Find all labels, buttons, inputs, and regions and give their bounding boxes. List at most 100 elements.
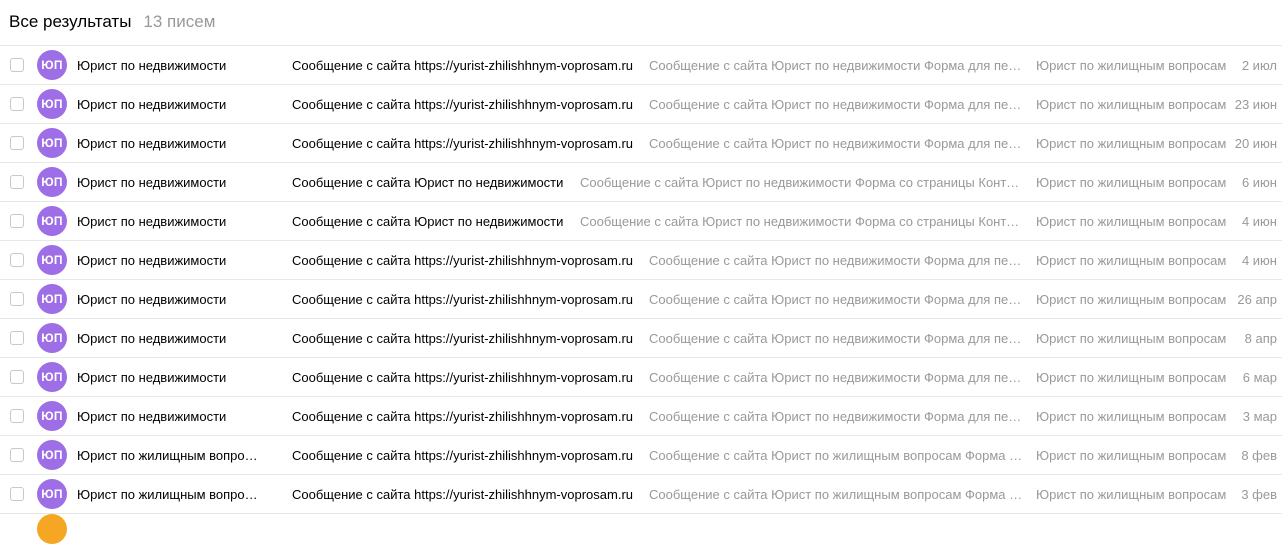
email-list: ЮП Юрист по недвижимости Сообщение с сайта… bbox=[0, 45, 1282, 514]
email-subject: Сообщение с сайта https://yurist-zhilish… bbox=[292, 448, 634, 463]
email-row[interactable]: ЮП Юрист по недвижимости Сообщение с сайта… bbox=[0, 46, 1282, 85]
avatar bbox=[37, 514, 67, 544]
sender-name: Юрист по недвижимости bbox=[77, 136, 227, 151]
select-checkbox[interactable] bbox=[10, 409, 24, 423]
email-date: 8 апр bbox=[1244, 331, 1277, 346]
email-row[interactable]: ЮП Юрист по недвижимости Сообщение с сайта… bbox=[0, 241, 1282, 280]
email-date: 3 фев bbox=[1241, 487, 1277, 502]
email-row[interactable]: ЮП Юрист по недвижимости Сообщение с сайта… bbox=[0, 358, 1282, 397]
folder-label[interactable]: Юрист по жилищным вопросам bbox=[1036, 370, 1226, 385]
folder-label[interactable]: Юрист по жилищным вопросам bbox=[1036, 175, 1226, 190]
select-checkbox[interactable] bbox=[10, 214, 24, 228]
sender-name: Юрист по недвижимости bbox=[77, 409, 227, 424]
avatar[interactable]: ЮП bbox=[37, 167, 67, 197]
sender-name: Юрист по жилищным вопросам bbox=[77, 448, 262, 463]
sender-name: Юрист по недвижимости bbox=[77, 214, 227, 229]
select-checkbox[interactable] bbox=[10, 487, 24, 501]
folder-label[interactable]: Юрист по жилищным вопросам bbox=[1036, 97, 1226, 112]
search-results-header: Все результаты 13 писем bbox=[0, 0, 1282, 45]
email-row[interactable]: ЮП Юрист по жилищным вопросам Сообщение с … bbox=[0, 436, 1282, 475]
avatar[interactable]: ЮП bbox=[37, 89, 67, 119]
avatar[interactable]: ЮП bbox=[37, 401, 67, 431]
email-subject: Сообщение с сайта https://yurist-zhilish… bbox=[292, 253, 634, 268]
email-date: 4 июн bbox=[1241, 253, 1277, 268]
email-subject: Сообщение с сайта https://yurist-zhilish… bbox=[292, 97, 634, 112]
folder-label[interactable]: Юрист по жилищным вопросам bbox=[1036, 58, 1226, 73]
email-row[interactable]: ЮП Юрист по недвижимости Сообщение с сайта… bbox=[0, 397, 1282, 436]
sender-name: Юрист по жилищным вопросам bbox=[77, 487, 262, 502]
results-count: 13 писем bbox=[143, 11, 216, 31]
sender-name: Юрист по недвижимости bbox=[77, 175, 227, 190]
email-subject: Сообщение с сайта https://yurist-zhilish… bbox=[292, 331, 634, 346]
avatar[interactable]: ЮП bbox=[37, 128, 67, 158]
email-subject: Сообщение с сайта https://yurist-zhilish… bbox=[292, 136, 634, 151]
select-checkbox[interactable] bbox=[10, 448, 24, 462]
email-subject: Сообщение с сайта https://yurist-zhilish… bbox=[292, 292, 634, 307]
sender-name: Юрист по недвижимости bbox=[77, 292, 227, 307]
folder-label[interactable]: Юрист по жилищным вопросам bbox=[1036, 331, 1226, 346]
email-snippet: Сообщение с сайта Юрист по недвижимости … bbox=[649, 292, 1022, 307]
avatar[interactable]: ЮП bbox=[37, 50, 67, 80]
email-row[interactable]: ЮП Юрист по недвижимости Сообщение с сайта… bbox=[0, 124, 1282, 163]
email-subject: Сообщение с сайта Юрист по недвижимости bbox=[292, 214, 564, 229]
avatar[interactable]: ЮП bbox=[37, 323, 67, 353]
select-checkbox[interactable] bbox=[10, 331, 24, 345]
avatar[interactable]: ЮП bbox=[37, 245, 67, 275]
sender-name: Юрист по недвижимости bbox=[77, 97, 227, 112]
email-snippet: Сообщение с сайта Юрист по недвижимости … bbox=[649, 97, 1022, 112]
select-checkbox[interactable] bbox=[10, 136, 24, 150]
avatar[interactable]: ЮП bbox=[37, 362, 67, 392]
email-date: 23 июн bbox=[1234, 97, 1277, 112]
select-checkbox[interactable] bbox=[10, 253, 24, 267]
folder-label[interactable]: Юрист по жилищным вопросам bbox=[1036, 214, 1226, 229]
email-date: 26 апр bbox=[1237, 292, 1277, 307]
sender-name: Юрист по недвижимости bbox=[77, 58, 227, 73]
email-row[interactable]: ЮП Юрист по недвижимости Сообщение с сайта… bbox=[0, 202, 1282, 241]
email-subject: Сообщение с сайта Юрист по недвижимости bbox=[292, 175, 564, 190]
email-date: 6 июн bbox=[1241, 175, 1277, 190]
sender-name: Юрист по недвижимости bbox=[77, 253, 227, 268]
select-checkbox[interactable] bbox=[10, 292, 24, 306]
email-subject: Сообщение с сайта https://yurist-zhilish… bbox=[292, 487, 634, 502]
email-subject: Сообщение с сайта https://yurist-zhilish… bbox=[292, 58, 634, 73]
sender-name: Юрист по недвижимости bbox=[77, 370, 227, 385]
avatar[interactable]: ЮП bbox=[37, 206, 67, 236]
email-subject: Сообщение с сайта https://yurist-zhilish… bbox=[292, 409, 634, 424]
page-title: Все результаты bbox=[9, 11, 132, 31]
sender-name: Юрист по недвижимости bbox=[77, 331, 227, 346]
email-row[interactable]: ЮП Юрист по недвижимости Сообщение с сайта… bbox=[0, 163, 1282, 202]
avatar[interactable]: ЮП bbox=[37, 479, 67, 509]
email-date: 4 июн bbox=[1241, 214, 1277, 229]
email-subject: Сообщение с сайта https://yurist-zhilish… bbox=[292, 370, 634, 385]
email-snippet: Сообщение с сайта Юрист по недвижимости … bbox=[580, 175, 1026, 190]
email-snippet: Сообщение с сайта Юрист по жилищным вопр… bbox=[649, 448, 1023, 463]
email-date: 2 июл bbox=[1241, 58, 1277, 73]
email-snippet: Сообщение с сайта Юрист по недвижимости … bbox=[649, 136, 1022, 151]
email-date: 3 мар bbox=[1242, 409, 1277, 424]
email-date: 6 мар bbox=[1242, 370, 1277, 385]
folder-label[interactable]: Юрист по жилищным вопросам bbox=[1036, 448, 1226, 463]
email-snippet: Сообщение с сайта Юрист по недвижимости … bbox=[649, 253, 1022, 268]
folder-label[interactable]: Юрист по жилищным вопросам bbox=[1036, 253, 1226, 268]
select-checkbox[interactable] bbox=[10, 175, 24, 189]
folder-label[interactable]: Юрист по жилищным вопросам bbox=[1036, 487, 1226, 502]
avatar[interactable]: ЮП bbox=[37, 284, 67, 314]
select-checkbox[interactable] bbox=[10, 58, 24, 72]
email-date: 8 фев bbox=[1241, 448, 1277, 463]
folder-label[interactable]: Юрист по жилищным вопросам bbox=[1036, 136, 1226, 151]
folder-label[interactable]: Юрист по жилищным вопросам bbox=[1036, 292, 1226, 307]
email-date: 20 июн bbox=[1234, 136, 1277, 151]
email-snippet: Сообщение с сайта Юрист по недвижимости … bbox=[649, 370, 1022, 385]
email-snippet: Сообщение с сайта Юрист по недвижимости … bbox=[649, 331, 1022, 346]
select-checkbox[interactable] bbox=[10, 370, 24, 384]
avatar[interactable]: ЮП bbox=[37, 440, 67, 470]
email-row[interactable]: ЮП Юрист по жилищным вопросам Сообщение с … bbox=[0, 475, 1282, 514]
email-snippet: Сообщение с сайта Юрист по недвижимости … bbox=[580, 214, 1026, 229]
email-row[interactable]: ЮП Юрист по недвижимости Сообщение с сайта… bbox=[0, 280, 1282, 319]
email-row[interactable]: ЮП Юрист по недвижимости Сообщение с сайта… bbox=[0, 85, 1282, 124]
email-row[interactable]: ЮП Юрист по недвижимости Сообщение с сайта… bbox=[0, 319, 1282, 358]
email-snippet: Сообщение с сайта Юрист по недвижимости … bbox=[649, 409, 1022, 424]
folder-label[interactable]: Юрист по жилищным вопросам bbox=[1036, 409, 1226, 424]
email-snippet: Сообщение с сайта Юрист по недвижимости … bbox=[649, 58, 1022, 73]
select-checkbox[interactable] bbox=[10, 97, 24, 111]
